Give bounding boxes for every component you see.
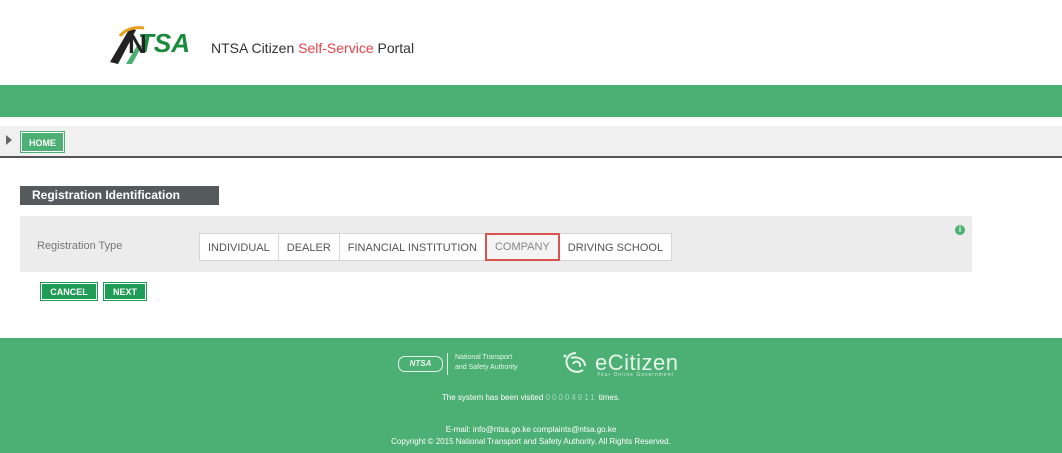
portal-title: NTSA Citizen Self-Service Portal [211, 40, 415, 56]
logo-divider [447, 353, 448, 375]
visit-count: 00004911 [545, 393, 597, 402]
ntsa-logo-graphic: TSA N [110, 26, 190, 64]
breadcrumb-home-button[interactable]: HOME [20, 131, 65, 153]
option-company[interactable]: COMPANY [484, 233, 560, 261]
option-dealer[interactable]: DEALER [277, 233, 340, 261]
svg-text:N: N [128, 29, 147, 59]
ntsa-footer-logo[interactable]: NTSA [398, 356, 443, 372]
contact-emails[interactable]: E-mail: info@ntsa.go.ke complaints@ntsa.… [0, 425, 1062, 434]
cancel-button[interactable]: CANCEL [40, 282, 98, 301]
ntsa-footer-name: National Transport and Safety Authority [455, 353, 518, 373]
option-financial-institution[interactable]: FINANCIAL INSTITUTION [338, 233, 486, 261]
registration-panel: Registration Type INDIVIDUAL DEALER FINA… [20, 216, 972, 272]
nav-bar [0, 85, 1062, 117]
ecitizen-icon [563, 352, 586, 373]
footer: NTSA National Transport and Safety Autho… [0, 338, 1062, 453]
caret-right-icon [6, 135, 12, 145]
section-title: Registration Identification [20, 186, 219, 205]
breadcrumb: HOME [0, 126, 1062, 158]
registration-type-label: Registration Type [37, 240, 123, 252]
ntsa-name-line2: and Safety Authority [455, 364, 518, 371]
option-individual[interactable]: INDIVIDUAL [199, 233, 279, 261]
visit-counter: The system has been visited 00004911 tim… [0, 393, 1062, 402]
footer-logos: NTSA National Transport and Safety Autho… [398, 350, 698, 378]
ntsa-logo[interactable]: TSA N [108, 22, 218, 66]
visit-suffix: times. [596, 393, 621, 402]
option-driving-school[interactable]: DRIVING SCHOOL [558, 233, 673, 261]
copyright: Copyright © 2015 National Transport and … [391, 437, 671, 446]
ntsa-name-line1: National Transport [455, 354, 513, 361]
info-icon[interactable]: i [955, 225, 965, 235]
next-button[interactable]: NEXT [103, 282, 147, 301]
visit-prefix: The system has been visited [441, 393, 546, 402]
ecitizen-tagline: Your Online Government [597, 372, 674, 378]
registration-type-options: INDIVIDUAL DEALER FINANCIAL INSTITUTION … [199, 233, 673, 261]
header: TSA N NTSA Citizen Self-Service Portal [0, 0, 1062, 85]
